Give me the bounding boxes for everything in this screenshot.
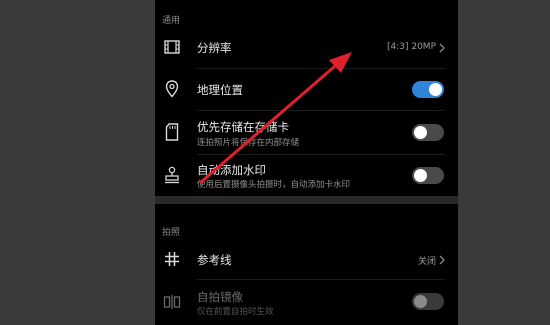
divider [197, 154, 445, 155]
toggle-knob [414, 169, 427, 182]
setting-location[interactable]: 地理位置 [155, 72, 458, 106]
divider [197, 110, 445, 111]
divider [197, 68, 445, 69]
grid-hash-icon [163, 250, 181, 268]
setting-mirror[interactable]: 自拍镜像 仅在前置自拍时生效 [155, 284, 458, 322]
setting-mirror-subtitle: 仅在前置自拍时生效 [197, 307, 274, 317]
setting-gridline-value: 关闭 [417, 257, 436, 267]
toggle-knob [414, 295, 427, 308]
setting-mirror-title: 自拍镜像 [197, 290, 243, 304]
screenshot-frame: 通用 分辨率 [4:3] 20MP 地理位置 优先存储在存储卡 连拍照片将保存在… [0, 0, 550, 325]
setting-gridline[interactable]: 参考线 关闭 [155, 244, 458, 274]
mirror-flip-icon [163, 293, 181, 311]
divider [197, 279, 445, 280]
mirror-toggle[interactable] [412, 293, 444, 310]
setting-resolution-value: [4:3] 20MP [386, 42, 436, 52]
setting-resolution-title: 分辨率 [197, 41, 232, 55]
setting-gridline-title: 参考线 [197, 253, 232, 267]
setting-watermark-subtitle: 使用后置摄像头拍摄时，自动添加卡水印 [197, 180, 351, 190]
section-separator [155, 196, 458, 204]
location-toggle[interactable] [412, 81, 444, 98]
setting-storage-title: 优先存储在存储卡 [197, 120, 289, 134]
section-header-general: 通用 [162, 16, 181, 26]
storage-toggle[interactable] [412, 124, 444, 141]
camera-settings-screen: 通用 分辨率 [4:3] 20MP 地理位置 优先存储在存储卡 连拍照片将保存在… [155, 0, 458, 325]
film-icon [163, 38, 181, 56]
location-pin-icon [163, 80, 181, 98]
stamp-icon [163, 166, 181, 184]
sd-card-icon [163, 123, 181, 141]
setting-watermark[interactable]: 自动添加水印 使用后置摄像头拍摄时，自动添加卡水印 [155, 158, 458, 194]
toggle-knob [429, 83, 442, 96]
toggle-knob [414, 126, 427, 139]
watermark-toggle[interactable] [412, 167, 444, 184]
setting-resolution[interactable]: 分辨率 [4:3] 20MP [155, 32, 458, 62]
setting-location-title: 地理位置 [197, 83, 243, 97]
setting-storage[interactable]: 优先存储在存储卡 连拍照片将保存在内部存储 [155, 114, 458, 152]
section-header-shooting: 拍照 [162, 228, 181, 238]
setting-storage-subtitle: 连拍照片将保存在内部存储 [197, 138, 300, 148]
chevron-right-icon [439, 43, 445, 53]
setting-watermark-title: 自动添加水印 [197, 163, 266, 177]
chevron-right-icon [439, 255, 445, 265]
